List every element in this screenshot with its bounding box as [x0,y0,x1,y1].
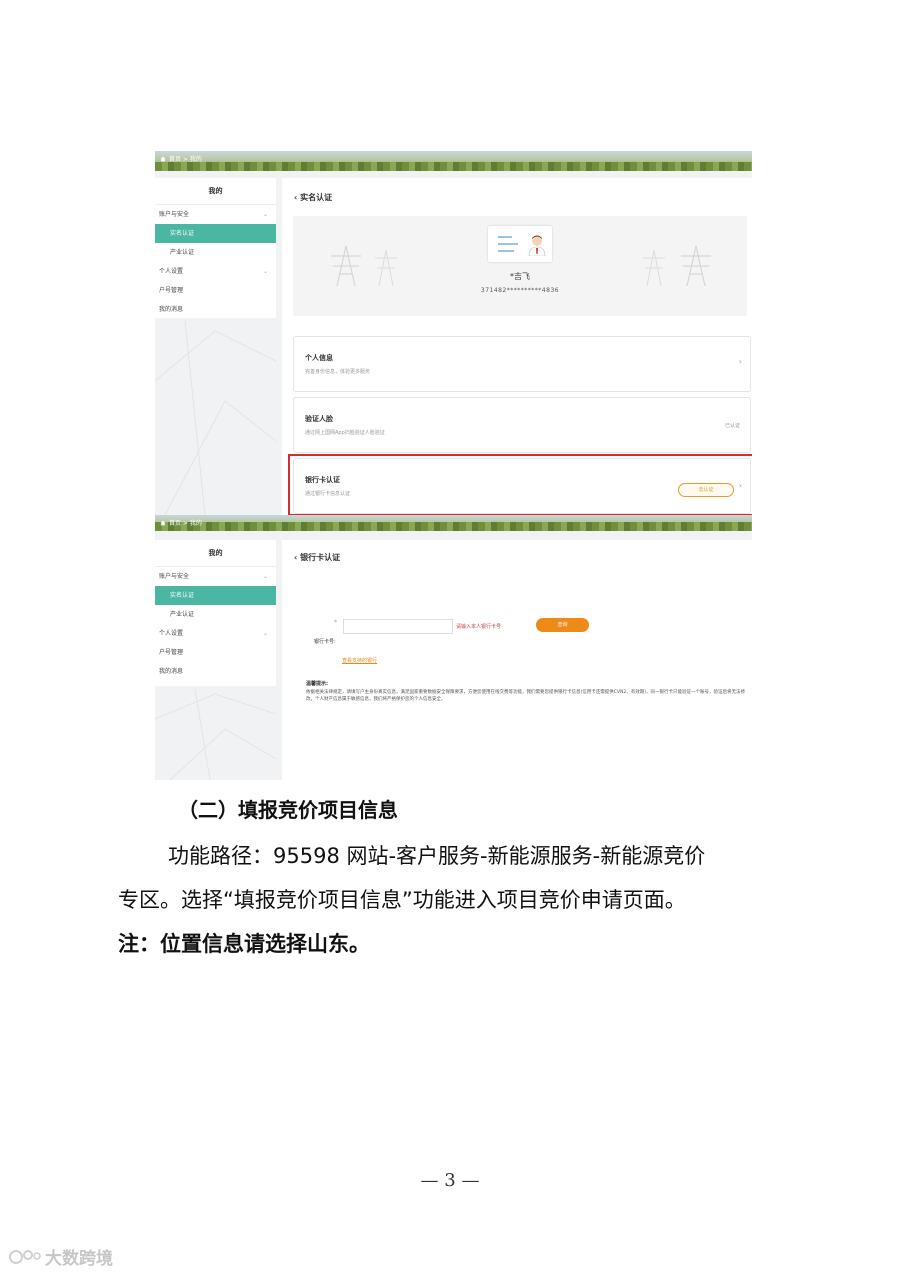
chevron-down-icon: ⌄ [262,630,268,637]
id-card-image [488,226,552,262]
sidebar-title: 我的 [155,540,276,567]
section-desc: 通过网上国网App扫脸验证人脸验证 [305,430,385,436]
card-line [498,250,514,252]
page-title[interactable]: ‹ 实名认证 [294,192,332,203]
sidebar-item-account-security[interactable]: 账户与安全 ⌄ [155,205,276,224]
sidebar: 我的 账户与安全 ⌄ 实名认证 产业认证 个人设置 ⌄ 户号管理 我的消息 [155,178,276,318]
sidebar-item-messages[interactable]: 我的消息 [155,300,276,319]
id-number: 371482**********4836 [480,287,560,294]
section-desc: 完善身份信息，体验更多服务 [305,369,371,375]
sidebar-item-label: 我的消息 [159,668,184,675]
chevron-down-icon: ⌄ [262,573,268,580]
sidebar-item-personal-settings[interactable]: 个人设置 ⌄ [155,262,276,281]
landscape-banner: 首页 > 我的 [155,151,752,171]
highlight-box [288,454,752,515]
home-icon[interactable] [160,520,166,526]
note-text: 注：位置信息请选择山东。 [118,932,370,956]
sidebar-item-label: 个人设置 [159,268,184,275]
background-map-lines [155,321,276,515]
sidebar-item-label: 产业认证 [170,611,195,618]
sidebar-item-label: 实名认证 [170,230,195,237]
watermark: 大数跨境 [8,1244,113,1269]
section-title: 验证人脸 [305,415,333,423]
card-line [498,243,518,245]
card-line [498,236,512,238]
sidebar-title: 我的 [155,178,276,205]
input-hint: 请输入本人银行卡号 [456,624,502,630]
chevron-down-icon: ⌄ [262,211,268,218]
watermark-text: 大数跨境 [45,1249,113,1269]
breadcrumb: 首页 > 我的 [160,154,202,163]
screenshot-real-name-auth: 首页 > 我的 我的 账户与安全 ⌄ 实名认证 产业认证 个人设置 ⌄ 户号管理… [155,151,752,515]
home-icon[interactable] [160,156,166,162]
sidebar-item-personal-settings[interactable]: 个人设置 ⌄ [155,624,276,643]
screenshot-bank-card-auth: 首页 > 我的 我的 账户与安全 ⌄ 实名认证 产业认证 个人设置 ⌄ 户号管理… [155,515,752,780]
sidebar-item-label: 户号管理 [159,287,184,294]
sidebar-item-real-name[interactable]: 实名认证 [155,224,276,243]
page-number: — 3 — [420,1170,480,1191]
main-panel: ‹ 银行卡认证 * 请输入本人银行卡号 查询 银行卡号: 查看支持的银行 温馨提… [282,540,752,780]
breadcrumb-text[interactable]: 首页 > 我的 [169,154,202,163]
chevron-right-icon[interactable]: › [739,357,742,366]
id-holder-name: *吉飞 [510,272,530,281]
section-face-verify[interactable]: 验证人脸 通过网上国网App扫脸验证人脸验证 已认证 [293,397,751,453]
background-map-lines [155,689,276,780]
watermark-logo-icon [9,1249,41,1264]
sidebar-item-account-number[interactable]: 户号管理 [155,281,276,300]
section-personal-info[interactable]: 个人信息 完善身份信息，体验更多服务 › [293,336,751,392]
sidebar-item-industry-auth[interactable]: 产业认证 [155,243,276,262]
sidebar-item-industry-auth[interactable]: 产业认证 [155,605,276,624]
tips-title: 温馨提示: [306,681,328,687]
query-button[interactable]: 查询 [536,618,589,632]
supported-banks-link[interactable]: 查看支持的银行 [342,657,377,664]
chevron-down-icon: ⌄ [262,268,268,275]
avatar-icon [528,235,546,256]
bank-card-input[interactable] [343,619,453,634]
paragraph-line: 专区。选择“填报竞价项目信息”功能进入项目竞价申请页面。 [118,888,686,912]
sidebar: 我的 账户与安全 ⌄ 实名认证 产业认证 个人设置 ⌄ 户号管理 我的消息 [155,540,276,686]
sidebar-item-label: 实名认证 [170,592,195,599]
sidebar-item-label: 个人设置 [159,630,184,637]
tips-body: 依据相关法律规定，请填写户主身份真实信息，满足国家重要数据安全保障要求，方便您使… [306,690,745,702]
sidebar-item-label: 我的消息 [159,306,184,313]
sidebar-item-label: 账户与安全 [159,573,190,580]
banner-hills [155,522,752,531]
status-badge: 已认证 [724,423,740,429]
page-title[interactable]: ‹ 银行卡认证 [294,552,340,563]
breadcrumb: 首页 > 我的 [160,518,202,527]
section-title: 个人信息 [305,354,333,362]
sidebar-item-real-name[interactable]: 实名认证 [155,586,276,605]
bank-card-label: 银行卡号: [314,639,336,645]
sidebar-item-messages[interactable]: 我的消息 [155,662,276,681]
sidebar-item-label: 产业认证 [170,249,195,256]
landscape-banner: 首页 > 我的 [155,515,752,531]
sidebar-item-label: 户号管理 [159,649,184,656]
section-heading: （二）填报竞价项目信息 [178,798,398,822]
banner-hills [155,162,752,171]
required-marker: * [334,619,337,626]
sidebar-item-label: 账户与安全 [159,211,190,218]
breadcrumb-text[interactable]: 首页 > 我的 [169,518,202,527]
sidebar-item-account-security[interactable]: 账户与安全 ⌄ [155,567,276,586]
sidebar-item-account-number[interactable]: 户号管理 [155,643,276,662]
paragraph-line: 功能路径：95598 网站-客户服务-新能源服务-新能源竞价 [168,844,706,868]
id-card-panel: *吉飞 371482**********4836 [293,216,747,316]
